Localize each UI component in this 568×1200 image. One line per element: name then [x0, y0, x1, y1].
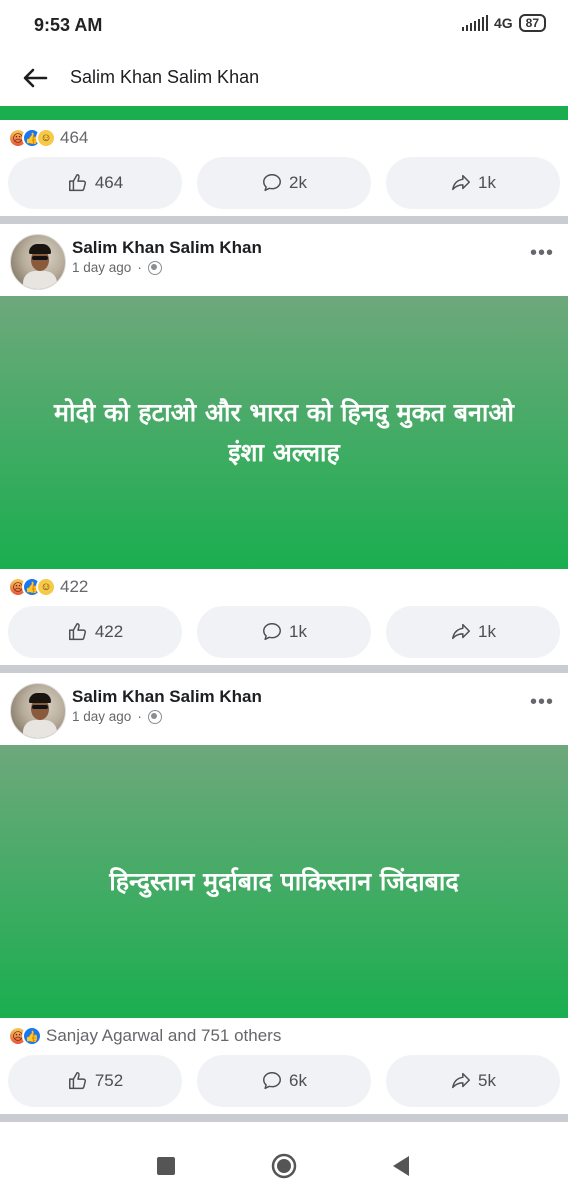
- system-navigation-bar: [0, 1132, 568, 1200]
- like-button[interactable]: 752: [8, 1055, 182, 1107]
- like-count: 464: [94, 173, 124, 192]
- comment-icon: [263, 623, 281, 641]
- like-button[interactable]: 422: [8, 606, 182, 658]
- battery-icon: 87: [518, 14, 546, 32]
- more-options-button[interactable]: •••: [530, 691, 554, 714]
- like-button[interactable]: 464: [8, 157, 182, 209]
- reaction-count: Sanjay Agarwal and 751 others: [46, 1026, 282, 1045]
- post-text: मोदी को हटाओ और भारत को हिनदु मुकत बनाओ …: [26, 393, 542, 473]
- back-arrow-icon: [23, 68, 48, 88]
- signal-icon: [461, 15, 488, 31]
- post-time: 1 day ago: [72, 709, 132, 724]
- post-text-line: हिन्दुस्तान मुर्दाबाद पाकिस्तान जिंदाबाद: [109, 866, 459, 896]
- comment-icon: [263, 1072, 281, 1090]
- thumbs-up-icon: [68, 1072, 86, 1090]
- globe-icon: [147, 709, 162, 724]
- comment-icon: [263, 174, 281, 192]
- post-footer-2: ☹ 👍 ☺ 422 422 1k 1k: [0, 569, 568, 665]
- post-text-background: मोदी को हटाओ और भारत को हिनदु मुकत बनाओ …: [0, 296, 568, 569]
- share-button[interactable]: 5k: [386, 1055, 560, 1107]
- home-button[interactable]: [270, 1152, 298, 1185]
- page-title: Salim Khan Salim Khan: [70, 67, 260, 87]
- reaction-count: 464: [60, 128, 89, 147]
- post-text-line: इंशा अल्लाह: [228, 437, 340, 467]
- status-bar: 9:53 AM 4G 87: [0, 0, 568, 50]
- post-meta: 1 day ago ·: [72, 709, 162, 724]
- share-icon: [452, 623, 470, 640]
- network-type: 4G: [493, 15, 513, 31]
- next-post-header-partial: [0, 1122, 568, 1132]
- more-options-button[interactable]: •••: [530, 242, 554, 265]
- app-bar: Salim Khan Salim Khan: [0, 50, 568, 106]
- share-count: 1k: [478, 622, 496, 641]
- post-time: 1 day ago: [72, 260, 132, 275]
- meta-dot: ·: [137, 260, 142, 275]
- post-text: हिन्दुस्तान मुर्दाबाद पाकिस्तान जिंदाबाद: [81, 862, 486, 902]
- previous-post-image-bottom: [0, 106, 568, 120]
- share-count: 1k: [478, 173, 496, 192]
- meta-dot: ·: [137, 709, 142, 724]
- haha-reaction-icon: ☺: [36, 128, 56, 148]
- post-author[interactable]: Salim Khan Salim Khan: [72, 687, 262, 707]
- post-footer-1: ☹ 👍 ☺ 464 464 2k 1k: [0, 120, 568, 216]
- share-button[interactable]: 1k: [386, 157, 560, 209]
- back-nav-button[interactable]: [390, 1154, 412, 1183]
- globe-icon: [147, 260, 162, 275]
- share-icon: [452, 174, 470, 191]
- comment-button[interactable]: 1k: [197, 606, 371, 658]
- post-header-3: Salim Khan Salim Khan 1 day ago · •••: [0, 673, 568, 745]
- status-time: 9:53 AM: [34, 15, 103, 35]
- status-icons: 4G 87: [461, 14, 546, 32]
- post-text-background: हिन्दुस्तान मुर्दाबाद पाकिस्तान जिंदाबाद: [0, 745, 568, 1018]
- post-header-2: Salim Khan Salim Khan 1 day ago · •••: [0, 224, 568, 296]
- share-count: 5k: [478, 1071, 496, 1090]
- circle-icon: [271, 1153, 297, 1179]
- reaction-summary[interactable]: ☹ 👍 ☺ 422: [8, 577, 88, 597]
- comment-count: 6k: [289, 1071, 307, 1090]
- avatar[interactable]: [10, 234, 66, 290]
- like-count: 422: [94, 622, 124, 641]
- square-icon: [157, 1157, 175, 1175]
- comment-button[interactable]: 6k: [197, 1055, 371, 1107]
- thumbs-up-icon: [68, 174, 86, 192]
- reaction-summary[interactable]: ☹ 👍 ☺ 464: [8, 128, 88, 148]
- post-author[interactable]: Salim Khan Salim Khan: [72, 238, 262, 258]
- recents-button[interactable]: [156, 1156, 176, 1181]
- like-reaction-icon: 👍: [22, 1026, 42, 1046]
- comment-count: 2k: [289, 173, 307, 192]
- share-button[interactable]: 1k: [386, 606, 560, 658]
- comment-button[interactable]: 2k: [197, 157, 371, 209]
- like-count: 752: [94, 1071, 124, 1090]
- avatar[interactable]: [10, 683, 66, 739]
- thumbs-up-icon: [68, 623, 86, 641]
- comment-count: 1k: [289, 622, 307, 641]
- post-text-line: मोदी को हटाओ और भारत को हिनदु मुकत बनाओ: [54, 397, 514, 427]
- back-button[interactable]: [20, 64, 50, 92]
- post-meta: 1 day ago ·: [72, 260, 162, 275]
- triangle-back-icon: [393, 1156, 409, 1176]
- post-footer-3: ☹ 👍 Sanjay Agarwal and 751 others 752 6k…: [0, 1018, 568, 1114]
- haha-reaction-icon: ☺: [36, 577, 56, 597]
- share-icon: [452, 1072, 470, 1089]
- reaction-summary[interactable]: ☹ 👍 Sanjay Agarwal and 751 others: [8, 1026, 281, 1046]
- reaction-count: 422: [60, 577, 89, 596]
